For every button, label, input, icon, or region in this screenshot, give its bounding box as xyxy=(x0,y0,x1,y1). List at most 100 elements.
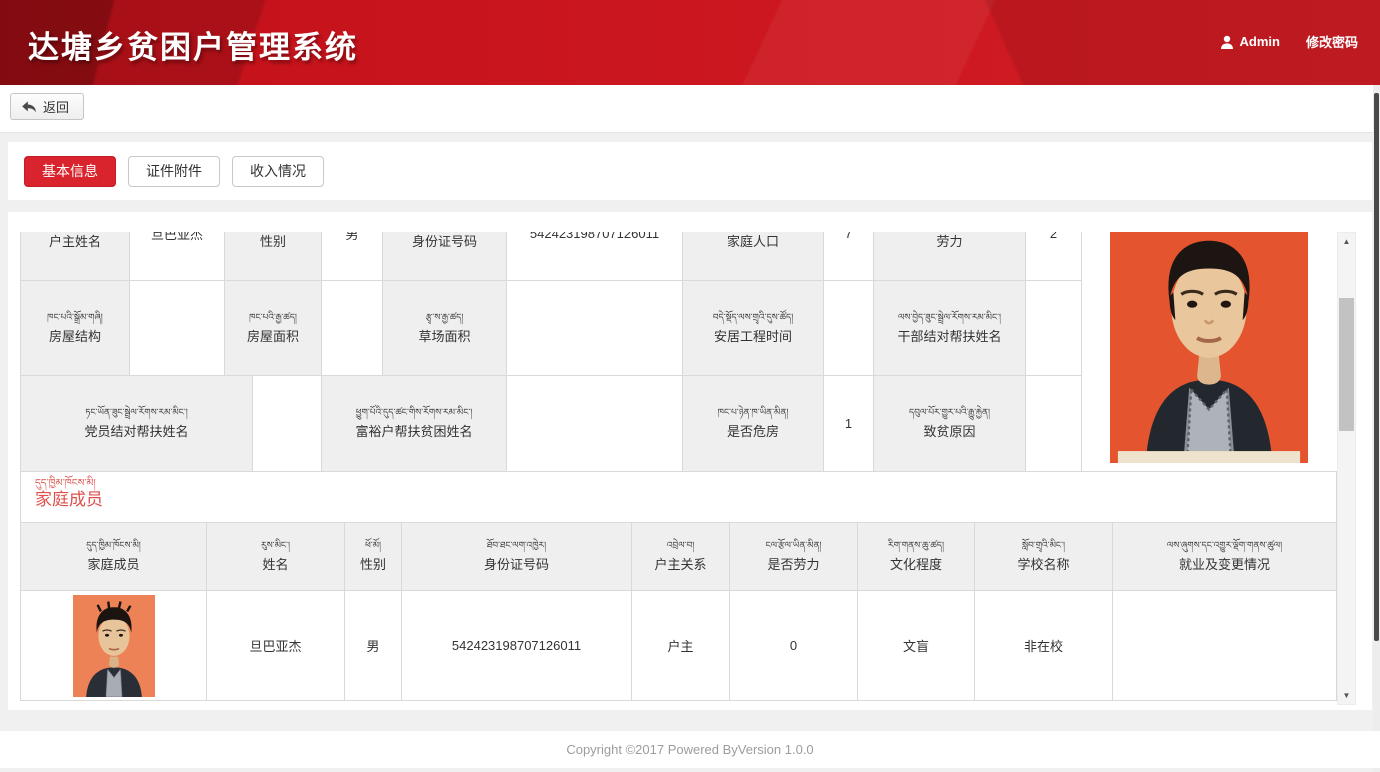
page-title: 达塘乡贫困户管理系统 xyxy=(28,22,358,67)
family-section-title: 家庭成员 xyxy=(35,490,1336,510)
chinese-label: 是否劳力 xyxy=(767,554,819,573)
col-is-labor: ངལ་རྩོལ་ཡིན་མིན། 是否劳力 xyxy=(730,523,858,591)
col-id-number: ཐོབ་ཐང་ལག་འཁྱེར། 身份证号码 xyxy=(402,523,632,591)
chinese-label: 党员结对帮扶姓名 xyxy=(84,421,188,440)
col-employment: ལས་ཞུགས་དང་འགྱུར་ལྡོག་གནས་ཚུལ། 就业及变更情况 xyxy=(1113,523,1337,591)
back-button-label: 返回 xyxy=(43,97,69,116)
chinese-label: 房屋结构 xyxy=(49,326,101,345)
chinese-label: 户主姓名 xyxy=(49,232,101,250)
chinese-label: 是否危房 xyxy=(727,421,779,440)
tibetan-label: ཐོབ་ཐང་ལག་འཁྱེར། xyxy=(487,540,546,551)
back-button[interactable]: 返回 xyxy=(10,93,84,120)
field-label-labor: ངལ་རྩོལ། 劳力 xyxy=(874,232,1026,281)
field-value-house-area xyxy=(322,281,383,376)
user-name: Admin xyxy=(1240,34,1280,49)
tibetan-label: ལས་ཞུགས་དང་འགྱུར་ལྡོག་གནས་ཚུལ། xyxy=(1167,540,1282,551)
tab-certificate-attachments[interactable]: 证件附件 xyxy=(128,156,220,187)
tibetan-label: འབྲེལ་བ། xyxy=(667,540,694,551)
scroll-down-button[interactable]: ▼ xyxy=(1338,687,1355,704)
field-label-gender: ཕོ་མོ། 性别 xyxy=(225,232,322,281)
chinese-label: 草场面积 xyxy=(418,326,470,345)
field-label-house-structure: ཁང་པའི་སྒྲོམ་གཞི། 房屋结构 xyxy=(20,281,130,376)
field-value-labor: 2 xyxy=(1026,232,1082,281)
family-table-row: 旦巴亚杰 男 542423198707126011 户主 0 文盲 非在校 xyxy=(20,591,1337,701)
tab-panel: 基本信息 证件附件 收入情况 xyxy=(8,142,1372,200)
field-value-wealthy-helper-name xyxy=(507,376,683,471)
family-section-tibetan: དུད་ཁྱིམ་ཁོངས་མི། xyxy=(35,478,1336,490)
tibetan-label: རྩྭ་ས་རྒྱ་ཚད། xyxy=(426,312,464,323)
householder-photo xyxy=(1110,232,1308,463)
tab-income-situation[interactable]: 收入情况 xyxy=(232,156,324,187)
chinese-label: 性别 xyxy=(360,554,386,573)
field-value-house-structure xyxy=(130,281,225,376)
tab-bar: 基本信息 证件附件 收入情况 xyxy=(24,156,324,187)
tibetan-label: ཕྱུག་པོའི་དུད་ཚང་གིས་རོགས་རམ་མིང་། xyxy=(356,407,473,418)
chinese-label: 富裕户帮扶贫困姓名 xyxy=(355,421,472,440)
chinese-label: 家庭成员 xyxy=(87,554,139,573)
chinese-label: 学校名称 xyxy=(1017,554,1069,573)
field-value-dangerous-house: 1 xyxy=(824,376,874,471)
tibetan-label: དབུལ་པོར་གྱུར་པའི་རྒྱུ་རྐྱེན། xyxy=(909,407,990,418)
field-label-family-population: ཁྱིམ་མིའི་གྲངས། 家庭人口 xyxy=(683,232,824,281)
chinese-label: 户主关系 xyxy=(654,554,706,573)
basic-info-table: ཁྱིམ་བདག་གི་མིང་། 户主姓名 旦巴亚杰 ཕོ་མོ། 性别 男 … xyxy=(20,232,1082,471)
table-row: ཁྱིམ་བདག་གི་མིང་། 户主姓名 旦巴亚杰 ཕོ་མོ། 性别 男 … xyxy=(20,232,1082,281)
main-panel: ཁྱིམ་བདག་གི་མིང་། 户主姓名 旦巴亚杰 ཕོ་མོ། 性别 男 … xyxy=(8,212,1372,710)
tibetan-label: ཁང་པའི་སྒྲོམ་གཞི། xyxy=(47,312,103,323)
field-value-gender: 男 xyxy=(322,232,383,281)
change-password-link[interactable]: 修改密码 xyxy=(1306,32,1358,51)
field-label-wealthy-helper-name: ཕྱུག་པོའི་དུད་ཚང་གིས་རོགས་རམ་མིང་། 富裕户帮扶… xyxy=(322,376,507,471)
field-label-pasture-area: རྩྭ་ས་རྒྱ་ཚད། 草场面积 xyxy=(383,281,507,376)
toolbar: 返回 xyxy=(0,85,1380,133)
field-label-cadre-helper-name: ལས་བྱེད་ཟུང་སྦྲེལ་རོགས་རམ་མིང་། 干部结对帮扶姓名 xyxy=(874,281,1026,376)
chinese-label: 文化程度 xyxy=(890,554,942,573)
member-education: 文盲 xyxy=(858,591,975,701)
field-value-cadre-helper-name xyxy=(1026,281,1082,376)
field-value-poverty-cause xyxy=(1026,376,1082,471)
chinese-label: 姓名 xyxy=(262,554,288,573)
scroll-content: ཁྱིམ་བདག་གི་མིང་། 户主姓名 旦巴亚杰 ཕོ་མོ། 性别 男 … xyxy=(20,232,1337,701)
tibetan-label: དུད་ཁྱིམ་ཁོངས་མི། xyxy=(86,540,141,551)
member-id-number: 542423198707126011 xyxy=(402,591,632,701)
chinese-label: 房屋面积 xyxy=(247,326,299,345)
tab-basic-info[interactable]: 基本信息 xyxy=(24,156,116,187)
col-relation: འབྲེལ་བ། 户主关系 xyxy=(632,523,730,591)
tibetan-label: ཁང་པའི་རྒྱ་ཚད། xyxy=(249,312,297,323)
chinese-label: 就业及变更情况 xyxy=(1179,554,1270,573)
field-label-party-helper-name: ཏང་ཡོན་ཟུང་སྦྲེལ་རོགས་རམ་མིང་། 党员结对帮扶姓名 xyxy=(20,376,253,471)
field-label-poverty-cause: དབུལ་པོར་གྱུར་པའི་རྒྱུ་རྐྱེན། 致贫原因 xyxy=(874,376,1026,471)
tibetan-label: ཕོ་མོ། xyxy=(365,540,381,551)
chinese-label: 干部结对帮扶姓名 xyxy=(897,326,1001,345)
copyright-text: Copyright ©2017 Powered ByVersion 1.0.0 xyxy=(566,742,813,757)
member-photo xyxy=(73,595,155,697)
content-scrollbar[interactable]: ▲ ▼ xyxy=(1337,232,1356,705)
tibetan-label: ལས་བྱེད་ཟུང་སྦྲེལ་རོགས་རམ་མིང་། xyxy=(898,312,1001,323)
field-label-id-number: ཐོབ་ཐང་ལག་ཁྱེར་ཨང་། 身份证号码 xyxy=(383,232,507,281)
scrollbar-thumb[interactable] xyxy=(1339,298,1354,431)
chinese-label: 身份证号码 xyxy=(412,232,477,250)
member-school: 非在校 xyxy=(975,591,1113,701)
tibetan-label: བདེ་སྡོད་ལས་གྲྭའི་དུས་ཚོད། xyxy=(713,312,794,323)
page-scrollbar-thumb[interactable] xyxy=(1374,93,1379,641)
field-label-housing-project-time: བདེ་སྡོད་ལས་གྲྭའི་དུས་ཚོད། 安居工程时间 xyxy=(683,281,824,376)
tibetan-label: རུས་མིང་། xyxy=(261,540,290,551)
tibetan-label: སློབ་གྲྭའི་མིང་། xyxy=(1022,540,1065,551)
page-scrollbar[interactable] xyxy=(1373,85,1380,772)
table-row: ཏང་ཡོན་ཟུང་སྦྲེལ་རོགས་རམ་མིང་། 党员结对帮扶姓名 … xyxy=(20,376,1082,471)
field-label-house-area: ཁང་པའི་རྒྱ་ཚད། 房屋面积 xyxy=(225,281,322,376)
member-employment xyxy=(1113,591,1337,701)
member-photo-cell xyxy=(20,591,207,701)
chinese-label: 安居工程时间 xyxy=(714,326,792,345)
member-relation: 户主 xyxy=(632,591,730,701)
field-value-pasture-area xyxy=(507,281,683,376)
field-value-id-number: 542423198707126011 xyxy=(507,232,683,281)
tibetan-label: ཁང་པ་ཉེན་ཁ་ཡིན་མིན། xyxy=(718,407,789,418)
scroll-up-button[interactable]: ▲ xyxy=(1338,233,1355,250)
user-menu[interactable]: Admin xyxy=(1220,34,1280,49)
scroll-viewport: ཁྱིམ་བདག་གི་མིང་། 户主姓名 旦巴亚杰 ཕོ་མོ། 性别 男 … xyxy=(20,232,1337,705)
user-icon xyxy=(1220,35,1234,49)
field-value-family-population: 7 xyxy=(824,232,874,281)
back-arrow-icon xyxy=(21,100,37,114)
member-name: 旦巴亚杰 xyxy=(207,591,345,701)
col-name: རུས་མིང་། 姓名 xyxy=(207,523,345,591)
